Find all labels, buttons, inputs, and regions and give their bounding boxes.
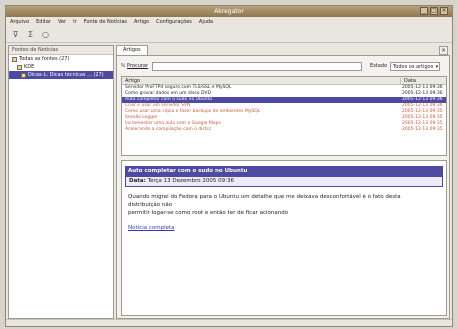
article-body-line: permitir logar-se como root e então ter …	[128, 210, 289, 216]
feed-item-kde[interactable]: KDE	[9, 63, 113, 71]
article-date-label: Data:	[129, 178, 146, 184]
column-header-data[interactable]: Data	[400, 78, 416, 84]
menu-editar[interactable]: Editar	[36, 19, 51, 25]
article-date: Data: Terça 13 Dezembro 2005 09:36	[125, 176, 443, 187]
refresh-icon[interactable]: ○	[41, 30, 50, 39]
filter-icon[interactable]: ⊽	[11, 30, 20, 39]
menu-configuracoes[interactable]: Configurações	[156, 19, 192, 25]
menu-artigo[interactable]: Artigo	[134, 19, 149, 25]
search-row: ℕ Procurar Estado Todos os artigos ▾	[121, 60, 447, 72]
menu-ajuda[interactable]: Ajuda	[199, 19, 213, 25]
main-area: Artigos × ℕ Procurar Estado Todos os art…	[116, 45, 450, 319]
menu-arquivo[interactable]: Arquivo	[10, 19, 29, 25]
close-tab-icon[interactable]: ×	[439, 46, 448, 55]
article-list-header: Artigo Data	[122, 77, 446, 85]
close-button[interactable]: ×	[440, 7, 448, 15]
sigma-icon[interactable]: Σ	[26, 30, 35, 39]
search-input[interactable]	[152, 61, 363, 71]
status-bar	[6, 319, 452, 326]
menu-bar: Arquivo Editar Ver Ir Fonte de Notícias …	[6, 17, 452, 27]
menu-ir[interactable]: Ir	[73, 19, 77, 25]
feed-icon	[21, 72, 26, 78]
app-window: Akregator _ □ × Arquivo Editar Ver Ir Fo…	[5, 5, 453, 327]
feed-item-all[interactable]: Todas as fontes (27)	[9, 55, 113, 63]
article-body-line: distribuição não	[128, 202, 173, 208]
tab-artigos[interactable]: Artigos	[116, 45, 148, 55]
feed-item-dicas-l[interactable]: Dicas-L: Dicas técnicas ... (27)	[9, 71, 113, 79]
folder-icon	[12, 56, 17, 62]
row-title: Acelerando a compilação com o distcc	[125, 127, 212, 132]
column-header-artigo[interactable]: Artigo	[125, 78, 140, 84]
feed-item-label: Dicas-L: Dicas técnicas ... (27)	[28, 72, 104, 78]
chevron-down-icon: ▾	[435, 63, 439, 70]
folder-icon	[17, 64, 22, 70]
window-title: Akregator	[214, 8, 244, 15]
full-story-link[interactable]: Notícia completa	[128, 225, 175, 231]
article-title: Auto completar com o sudo no Ubuntu	[125, 166, 443, 176]
feed-tree-header[interactable]: Fontes de Notícias	[9, 46, 113, 55]
menu-ver[interactable]: Ver	[58, 19, 66, 25]
article-view: Auto completar com o sudo no Ubuntu Data…	[121, 160, 447, 316]
state-select-value: Todos os artigos	[393, 63, 434, 70]
article-date-value: Terça 13 Dezembro 2005 09:36	[147, 178, 235, 184]
clear-search-icon[interactable]: ℕ	[121, 63, 125, 69]
feed-tree[interactable]: Fontes de Notícias Todas as fontes (27) …	[8, 45, 114, 319]
menu-fonte-de-noticias[interactable]: Fonte de Notícias	[84, 19, 127, 25]
state-select[interactable]: Todos os artigos ▾	[390, 61, 441, 71]
feed-item-label: KDE	[24, 64, 35, 70]
article-body: Quando migrei do Fedora para o Ubuntu um…	[128, 193, 444, 217]
feed-item-label: Todas as fontes (27)	[19, 56, 70, 62]
table-row[interactable]: Acelerando a compilação com o distcc 200…	[122, 127, 446, 133]
maximize-button[interactable]: □	[430, 7, 438, 15]
title-bar[interactable]: Akregator _ □ ×	[6, 6, 452, 17]
minimize-button[interactable]: _	[420, 7, 428, 15]
article-list[interactable]: Artigo Data Servidor ProFTPd seguro com …	[121, 76, 447, 156]
articles-pane: ℕ Procurar Estado Todos os artigos ▾ Art…	[116, 55, 450, 319]
state-label: Estado	[370, 63, 388, 69]
article-body-line: Quando migrei do Fedora para o Ubuntu um…	[128, 194, 401, 200]
toolbar: ⊽ Σ ○	[6, 27, 452, 43]
search-label: Procurar	[127, 63, 149, 69]
row-date: 2005-12-13 09:35	[402, 127, 443, 132]
